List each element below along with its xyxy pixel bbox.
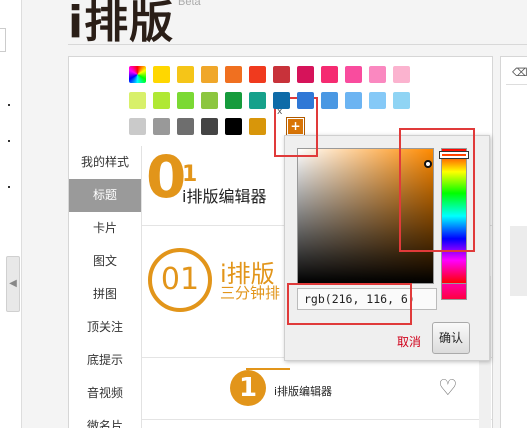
nav-item[interactable]: 拼图 [69, 278, 141, 311]
color-swatch[interactable] [345, 92, 362, 109]
title-subtitle: 三分钟排 [220, 284, 281, 302]
right-gray-block [510, 226, 527, 296]
style-category-nav: 我的样式 标题 卡片 图文 拼图 顶关注 底提示 音视频 微名片 [69, 146, 142, 428]
nav-item[interactable]: 卡片 [69, 212, 141, 245]
nav-item[interactable]: 标题 [69, 179, 141, 212]
nav-item[interactable]: 我的样式 [69, 146, 141, 179]
nav-item[interactable]: 微名片 [69, 410, 141, 428]
side-tab[interactable] [0, 28, 6, 52]
title-number-big: 0 [146, 146, 187, 211]
color-swatch[interactable] [129, 66, 146, 83]
color-swatch[interactable] [153, 118, 170, 135]
highlight-hue-slider [399, 128, 475, 252]
color-swatch[interactable] [345, 66, 362, 83]
color-swatch[interactable] [177, 118, 194, 135]
color-swatch[interactable] [249, 92, 266, 109]
color-swatch[interactable] [201, 66, 218, 83]
logo-badge: Beta [178, 0, 201, 8]
color-swatch[interactable] [273, 66, 290, 83]
color-swatch[interactable] [225, 66, 242, 83]
title-style-4[interactable] [142, 420, 492, 428]
color-swatch[interactable] [177, 66, 194, 83]
color-swatch[interactable] [129, 92, 146, 109]
nav-item[interactable]: 音视频 [69, 377, 141, 410]
hue-slider-end[interactable] [441, 284, 467, 300]
color-swatch[interactable] [273, 92, 290, 109]
title-text: i排版编辑器 [274, 385, 333, 398]
color-swatch[interactable] [129, 118, 146, 135]
dot-mark [8, 186, 10, 188]
highlight-color-value [287, 283, 412, 325]
chevron-left-icon: ◀ [9, 278, 17, 289]
app-logo: i排版 [68, 0, 175, 48]
header-divider [68, 44, 527, 45]
collapse-left-button[interactable]: ◀ [6, 256, 20, 312]
color-swatch[interactable] [153, 92, 170, 109]
color-swatch[interactable] [177, 92, 194, 109]
eraser-icon[interactable]: ⌫ [512, 66, 527, 79]
right-divider [506, 84, 527, 85]
confirm-button[interactable]: 确认 [432, 322, 470, 354]
color-swatch[interactable] [201, 92, 218, 109]
cancel-button[interactable]: 取消 [397, 333, 421, 350]
color-swatch[interactable] [297, 92, 314, 109]
title-number-badge: 1 [230, 370, 266, 406]
nav-item[interactable]: 图文 [69, 245, 141, 278]
title-style-3[interactable]: 1 i排版编辑器 ♡ [142, 358, 492, 420]
color-swatch[interactable] [153, 66, 170, 83]
title-number-circle: 01 [148, 248, 212, 312]
nav-item[interactable]: 顶关注 [69, 311, 141, 344]
color-swatch[interactable] [297, 66, 314, 83]
left-side-strip: ◀ [0, 0, 22, 428]
title-text: i排版编辑器 [182, 187, 267, 206]
color-swatch[interactable] [369, 66, 386, 83]
color-swatch[interactable] [201, 118, 218, 135]
nav-item[interactable]: 底提示 [69, 344, 141, 377]
color-swatch[interactable] [225, 92, 242, 109]
favorite-heart-icon[interactable]: ♡ [438, 378, 458, 400]
color-swatch[interactable] [249, 118, 266, 135]
color-swatch[interactable] [393, 92, 410, 109]
color-swatch[interactable] [393, 66, 410, 83]
color-swatch[interactable] [369, 92, 386, 109]
dot-mark [8, 104, 10, 106]
color-swatch[interactable] [225, 118, 242, 135]
dot-mark [8, 140, 10, 142]
color-swatch[interactable] [321, 66, 338, 83]
color-swatch[interactable] [321, 92, 338, 109]
color-swatch[interactable] [249, 66, 266, 83]
